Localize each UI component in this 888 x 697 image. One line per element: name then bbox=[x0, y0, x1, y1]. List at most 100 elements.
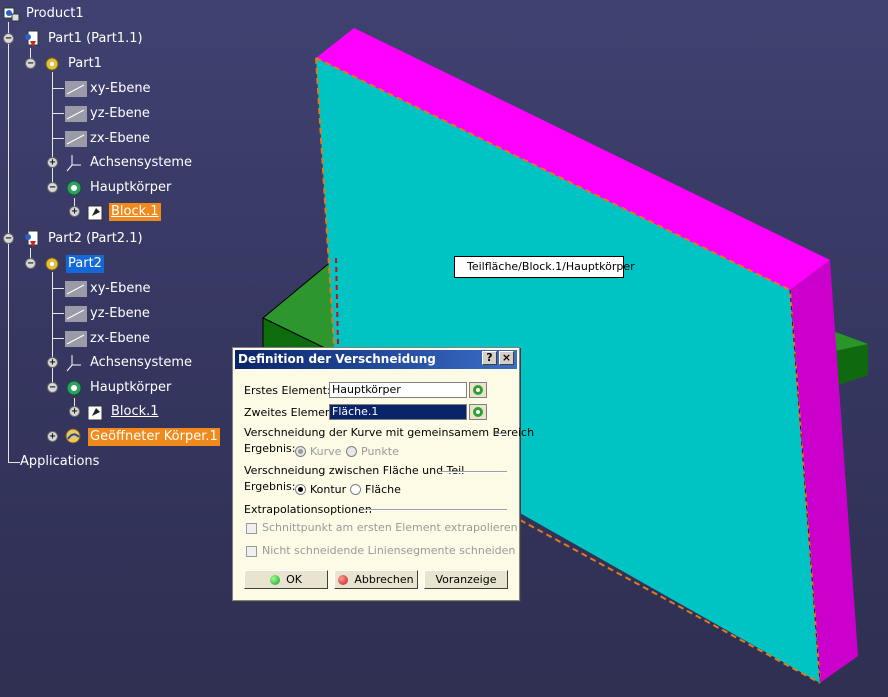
ok-button[interactable]: OK bbox=[244, 570, 328, 589]
preselection-tooltip: Teilfläche/Block.1/Hauptkörper bbox=[454, 256, 635, 278]
tree-label: Product1 bbox=[26, 6, 84, 21]
radio-surface[interactable] bbox=[350, 484, 361, 495]
part-instance-icon bbox=[25, 30, 39, 47]
second-element-field[interactable]: Fläche.1 bbox=[329, 404, 467, 420]
radio-label: Fläche bbox=[365, 483, 401, 496]
intersection-definition-dialog: Definition der Verschneidung ? × Erstes … bbox=[232, 347, 534, 601]
gear-icon bbox=[45, 257, 59, 271]
tree-label: zx-Ebene bbox=[90, 131, 150, 146]
tree-node-main-body[interactable]: Hauptkörper bbox=[62, 178, 202, 198]
part-instance-icon bbox=[25, 230, 39, 247]
pad-icon bbox=[87, 205, 103, 221]
divider bbox=[495, 433, 507, 435]
cancel-button[interactable]: Abbrechen bbox=[334, 570, 418, 589]
section-curve-title: Verschneidung der Kurve mit gemeinsamem … bbox=[244, 426, 535, 439]
expand-icon[interactable]: + bbox=[69, 206, 80, 217]
plane-icon bbox=[65, 106, 87, 122]
tree-label: Hauptkörper bbox=[90, 180, 172, 195]
pad-icon bbox=[87, 405, 103, 421]
tree-label: Part1 bbox=[68, 56, 102, 71]
preview-button[interactable]: Voranzeige bbox=[424, 570, 508, 589]
open-body-icon bbox=[65, 428, 81, 444]
tree-node-axis-systems[interactable]: Achsensysteme bbox=[62, 153, 202, 173]
close-button[interactable]: × bbox=[499, 351, 514, 365]
radio-points[interactable] bbox=[346, 446, 357, 457]
divider bbox=[363, 509, 507, 511]
collapse-icon[interactable]: − bbox=[3, 33, 14, 44]
radio-contour[interactable] bbox=[295, 484, 306, 495]
tree-node-product1[interactable]: Product1 bbox=[0, 4, 100, 24]
radio-label: Kurve bbox=[310, 445, 342, 458]
button-label: Voranzeige bbox=[435, 573, 497, 586]
tree-label: Part1 (Part1.1) bbox=[48, 31, 143, 46]
tree-node-plane-xy[interactable]: xy-Ebene bbox=[62, 279, 162, 299]
tree-label: xy-Ebene bbox=[90, 281, 151, 296]
tree-node-open-body[interactable]: Geöffneter Körper.1 bbox=[62, 427, 222, 447]
product-icon bbox=[3, 7, 20, 22]
collapse-icon[interactable]: − bbox=[25, 58, 36, 69]
tree-label: Part2 (Part2.1) bbox=[48, 231, 143, 246]
tree-node-block[interactable]: Block.1 bbox=[84, 202, 184, 222]
tree-label: Block.1 bbox=[111, 404, 159, 419]
tree-label-selected: Block.1 bbox=[109, 203, 161, 221]
tree-label: zx-Ebene bbox=[90, 331, 150, 346]
tree-label: Hauptkörper bbox=[90, 380, 172, 395]
gear-icon bbox=[45, 57, 59, 71]
tree-label: yz-Ebene bbox=[90, 106, 150, 121]
expand-icon[interactable]: + bbox=[69, 406, 80, 417]
radio-label: Kontur bbox=[310, 483, 347, 496]
dialog-title: Definition der Verschneidung bbox=[235, 350, 517, 369]
second-element-label: Zweites Element: bbox=[244, 406, 340, 419]
tree-node-plane-yz[interactable]: yz-Ebene bbox=[62, 304, 162, 324]
body-gear-icon bbox=[66, 380, 82, 396]
section-surface-title: Verschneidung zwischen Fläche und Teil bbox=[244, 464, 465, 477]
help-button[interactable]: ? bbox=[482, 351, 497, 365]
collapse-icon[interactable]: − bbox=[47, 382, 58, 393]
tree-node-plane-zx[interactable]: zx-Ebene bbox=[62, 129, 162, 149]
radio-label: Punkte bbox=[361, 445, 399, 458]
tree-label-highlighted: Geöffneter Körper.1 bbox=[88, 428, 220, 446]
plane-icon bbox=[65, 331, 87, 347]
checkbox-extrapolate[interactable] bbox=[246, 523, 257, 534]
result-label: Ergebnis: bbox=[244, 480, 296, 493]
tree-node-part2-instance[interactable]: Part2 (Part2.1) bbox=[14, 229, 174, 249]
tree-label: Achsensysteme bbox=[90, 155, 193, 170]
collapse-icon[interactable]: − bbox=[47, 182, 58, 193]
plane-icon bbox=[65, 306, 87, 322]
plane-icon bbox=[65, 81, 87, 97]
tree-node-plane-zx[interactable]: zx-Ebene bbox=[62, 329, 162, 349]
plane-icon bbox=[65, 281, 87, 297]
result-label: Ergebnis: bbox=[244, 442, 296, 455]
expand-icon[interactable]: + bbox=[47, 357, 58, 368]
tree-node-main-body[interactable]: Hauptkörper bbox=[62, 378, 202, 398]
tree-node-plane-yz[interactable]: yz-Ebene bbox=[62, 104, 162, 124]
button-label: Abbrechen bbox=[354, 573, 414, 586]
tree-label: yz-Ebene bbox=[90, 306, 150, 321]
radio-curve[interactable] bbox=[295, 446, 306, 457]
collapse-icon[interactable]: − bbox=[3, 233, 14, 244]
first-element-field[interactable]: Hauptkörper bbox=[329, 382, 467, 398]
checkbox-cut-segments[interactable] bbox=[246, 546, 257, 557]
specification-tree: Product1 − Part1 (Part1.1) − Part1 xy-Eb… bbox=[0, 0, 240, 480]
expand-icon[interactable]: + bbox=[47, 431, 58, 442]
plane-icon bbox=[65, 131, 87, 147]
expand-icon[interactable]: + bbox=[47, 157, 58, 168]
body-gear-icon bbox=[66, 180, 82, 196]
first-element-label: Erstes Element: bbox=[244, 384, 331, 397]
cancel-icon bbox=[338, 574, 349, 585]
tree-node-part1[interactable]: Part1 bbox=[38, 54, 118, 74]
tree-node-part2[interactable]: Part2 bbox=[38, 254, 118, 274]
divider bbox=[439, 471, 507, 473]
tree-label: xy-Ebene bbox=[90, 81, 151, 96]
tree-node-block[interactable]: Block.1 bbox=[84, 402, 184, 422]
selection-icon[interactable] bbox=[469, 382, 487, 398]
axis-icon bbox=[66, 155, 81, 172]
tree-node-part1-instance[interactable]: Part1 (Part1.1) bbox=[14, 29, 174, 49]
tree-node-plane-xy[interactable]: xy-Ebene bbox=[62, 79, 162, 99]
tree-label-active: Part2 bbox=[66, 255, 104, 273]
tree-node-applications[interactable]: Applications bbox=[20, 452, 120, 472]
tree-node-axis-systems[interactable]: Achsensysteme bbox=[62, 353, 202, 373]
tree-label: Applications bbox=[20, 454, 100, 469]
collapse-icon[interactable]: − bbox=[25, 258, 36, 269]
selection-icon[interactable] bbox=[469, 404, 487, 420]
